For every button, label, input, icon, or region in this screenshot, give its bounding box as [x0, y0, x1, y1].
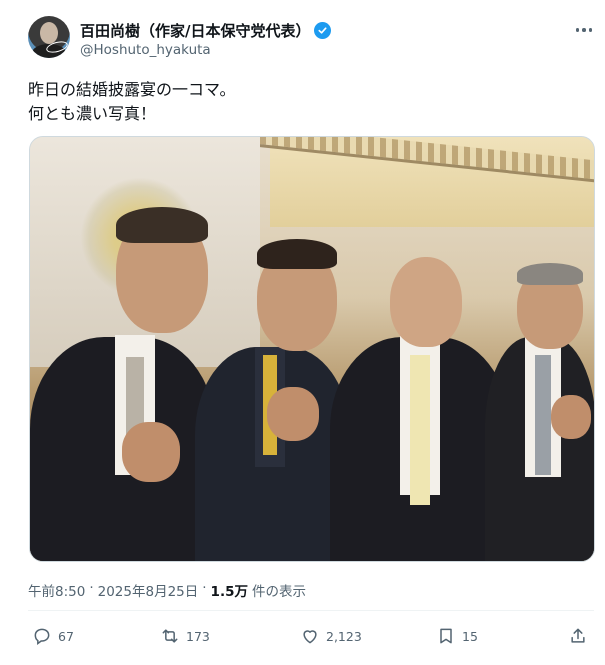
views-label: 件の表示 — [251, 584, 306, 600]
tweet-date[interactable]: 2025年8月25日 — [98, 580, 199, 600]
retweet-button[interactable]: 173 — [160, 626, 210, 646]
tweet-time[interactable]: 午前8:50 — [28, 580, 85, 600]
share-icon — [571, 628, 585, 643]
author-display-name[interactable]: 百田尚樹（作家/日本保守党代表） — [80, 20, 310, 41]
reply-button[interactable]: 67 — [32, 626, 74, 646]
heart-icon — [303, 630, 317, 644]
tweet-meta: 午前8:50 · 2025年8月25日 · 1.5万 件の表示 — [28, 580, 306, 600]
author-avatar[interactable] — [28, 16, 70, 58]
verified-badge-icon — [314, 22, 332, 39]
like-button[interactable]: 2,123 — [300, 626, 362, 646]
bookmark-button[interactable]: 15 — [436, 626, 478, 646]
more-icon[interactable] — [574, 20, 594, 40]
author-name-line[interactable]: 百田尚樹（作家/日本保守党代表） — [80, 20, 332, 41]
tweet-text-line: 何とも濃い写真！ — [28, 104, 157, 123]
views-count: 1.5万 — [210, 584, 248, 600]
like-count: 2,123 — [326, 628, 362, 644]
reply-count: 67 — [58, 628, 74, 644]
retweet-count: 173 — [186, 628, 210, 644]
person-1 — [30, 207, 220, 561]
retweet-icon — [162, 629, 178, 643]
person-3 — [330, 257, 510, 561]
tweet-text: 昨日の結婚披露宴の一コマ。 何とも濃い写真！ — [28, 78, 236, 126]
meta-separator: · — [89, 580, 94, 596]
reply-icon — [34, 628, 50, 645]
meta-separator: · — [202, 580, 207, 596]
bookmark-icon — [440, 628, 452, 644]
share-button[interactable] — [568, 626, 588, 646]
person-4 — [485, 263, 594, 561]
tweet-header: 百田尚樹（作家/日本保守党代表） @Hoshuto_hyakuta — [28, 16, 598, 64]
divider — [28, 610, 594, 611]
tweet-photo[interactable] — [29, 136, 595, 562]
action-bar: 67 173 2,123 15 — [28, 626, 594, 654]
bookmark-count: 15 — [462, 628, 478, 644]
author-handle[interactable]: @Hoshuto_hyakuta — [80, 42, 211, 58]
tweet-text-line: 昨日の結婚披露宴の一コマ。 — [28, 80, 236, 99]
